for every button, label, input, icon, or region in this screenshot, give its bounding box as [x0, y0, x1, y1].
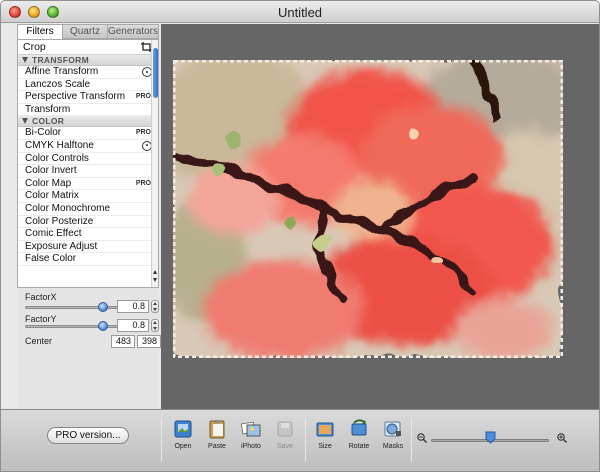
- disclosure-triangle-icon: [22, 57, 28, 63]
- list-item-label: Color Monochrome: [25, 202, 111, 214]
- list-item-label: Color Posterize: [25, 215, 94, 227]
- window-title: Untitled: [277, 5, 323, 20]
- iphoto-button[interactable]: iPhoto: [233, 418, 269, 464]
- rotate-button[interactable]: Rotate: [341, 418, 377, 464]
- size-button[interactable]: Size: [307, 418, 343, 464]
- factor-x-slider-knob[interactable]: [98, 302, 109, 312]
- list-item[interactable]: CMYK Halftone: [18, 140, 158, 153]
- list-item-label: Color Controls: [25, 152, 89, 164]
- open-button[interactable]: Open: [165, 418, 201, 464]
- factor-x-stepper[interactable]: [151, 300, 159, 313]
- preview-image: [173, 60, 563, 358]
- list-item[interactable]: Color Controls: [18, 153, 158, 166]
- paste-button[interactable]: Paste: [199, 418, 235, 464]
- list-item-label: CMYK Halftone: [25, 139, 94, 151]
- paste-label: Paste: [208, 443, 226, 450]
- section-header-color[interactable]: COLOR: [18, 116, 158, 128]
- disclosure-triangle-icon: [22, 118, 28, 125]
- list-item[interactable]: Comic Effect: [18, 228, 158, 241]
- factor-x-slider[interactable]: [25, 306, 123, 309]
- crop-label: Crop: [23, 41, 46, 53]
- open-label: Open: [174, 443, 192, 450]
- rotate-icon: [351, 419, 367, 436]
- list-scrollbar[interactable]: [151, 40, 158, 287]
- factor-x-field[interactable]: 0.8: [117, 300, 149, 313]
- list-item-label: Color Map: [25, 177, 72, 189]
- iphoto-label: iPhoto: [241, 443, 261, 450]
- list-item[interactable]: Color Map PRO: [18, 178, 158, 191]
- open-icon: [174, 420, 192, 438]
- pro-version-button[interactable]: PRO version...: [47, 427, 129, 444]
- section-label: COLOR: [32, 116, 65, 127]
- list-item-label: Color Invert: [25, 165, 77, 177]
- tab-quartz[interactable]: Quartz: [62, 24, 108, 39]
- list-item-label: Comic Effect: [25, 228, 82, 240]
- toolbar-divider: [411, 418, 412, 462]
- list-item[interactable]: Color Posterize: [18, 216, 158, 229]
- list-item[interactable]: Color Invert: [18, 165, 158, 178]
- list-item-label: Color Matrix: [25, 190, 79, 202]
- title-bar: Untitled: [1, 1, 599, 23]
- list-item-label: Transform: [25, 103, 71, 115]
- pro-badge: PRO: [135, 129, 151, 137]
- panel-tabs: Filters Quartz Generators: [17, 24, 159, 39]
- factor-y-field[interactable]: 0.8: [117, 319, 149, 332]
- filters-panel: Filters Quartz Generators Crop TRANSFORM…: [17, 24, 161, 409]
- factor-y-slider[interactable]: [25, 325, 123, 328]
- list-item[interactable]: Perspective Transform PRO: [18, 91, 158, 104]
- toolbar-divider: [161, 418, 162, 462]
- list-item[interactable]: Transform: [18, 104, 158, 117]
- list-item[interactable]: Bi-Color PRO: [18, 127, 158, 140]
- list-item-label: Perspective Transform: [25, 91, 126, 103]
- rotate-label: Rotate: [348, 443, 370, 450]
- list-item-label: Exposure Adjust: [25, 240, 98, 252]
- iphoto-icon: [240, 421, 261, 437]
- save-icon: [277, 421, 293, 437]
- factor-y-label: FactorY: [25, 314, 57, 324]
- factor-x-label: FactorX: [25, 292, 57, 302]
- save-button[interactable]: Save: [267, 418, 303, 464]
- zoom-slider-knob[interactable]: [485, 431, 496, 444]
- pro-badge: PRO: [135, 179, 151, 187]
- size-label: Size: [318, 443, 332, 450]
- list-item[interactable]: Lanczos Scale: [18, 79, 158, 92]
- toolbar-divider: [305, 418, 306, 462]
- list-item[interactable]: Color Monochrome: [18, 203, 158, 216]
- masks-label: Masks: [382, 443, 404, 450]
- center-label: Center: [25, 336, 53, 346]
- list-item-label: Lanczos Scale: [25, 78, 91, 90]
- section-label: TRANSFORM: [32, 55, 89, 65]
- center-x-field[interactable]: 483: [111, 335, 135, 348]
- crop-item[interactable]: Crop: [18, 40, 158, 55]
- scrollbar-thumb[interactable]: [153, 48, 158, 98]
- app-window: Untitled Filters Quartz Generators Crop …: [0, 0, 600, 472]
- masks-icon: [384, 421, 401, 437]
- zoom-in-icon[interactable]: [557, 433, 567, 443]
- size-icon: [316, 422, 334, 437]
- tab-generators[interactable]: Generators: [107, 24, 159, 39]
- list-item-label: False Color: [25, 253, 77, 265]
- list-item[interactable]: Exposure Adjust: [18, 241, 158, 254]
- list-item[interactable]: Affine Transform: [18, 66, 158, 79]
- zoom-out-icon[interactable]: [417, 433, 427, 443]
- filter-list: Crop TRANSFORM Affine Transform Lanczos …: [17, 39, 159, 288]
- list-item[interactable]: Color Matrix: [18, 190, 158, 203]
- list-item[interactable]: False Color: [18, 253, 158, 266]
- factor-y-slider-knob[interactable]: [98, 321, 109, 331]
- pro-badge: PRO: [135, 93, 151, 101]
- factor-y-stepper[interactable]: [151, 319, 159, 332]
- scroll-down-arrow-icon[interactable]: [153, 278, 157, 282]
- scroll-up-arrow-icon[interactable]: [153, 270, 157, 274]
- list-item-label: Affine Transform: [25, 66, 99, 77]
- paste-icon: [209, 420, 225, 439]
- masks-button[interactable]: Masks: [375, 418, 411, 464]
- image-canvas[interactable]: [161, 24, 599, 409]
- center-y-field[interactable]: 398: [137, 335, 161, 348]
- bottom-toolbar: PRO version... Open Paste iPhoto Save Si…: [1, 409, 599, 471]
- save-label: Save: [277, 443, 293, 450]
- list-item-label: Bi-Color: [25, 127, 62, 139]
- tab-filters[interactable]: Filters: [17, 24, 63, 39]
- section-header-transform[interactable]: TRANSFORM: [18, 55, 158, 66]
